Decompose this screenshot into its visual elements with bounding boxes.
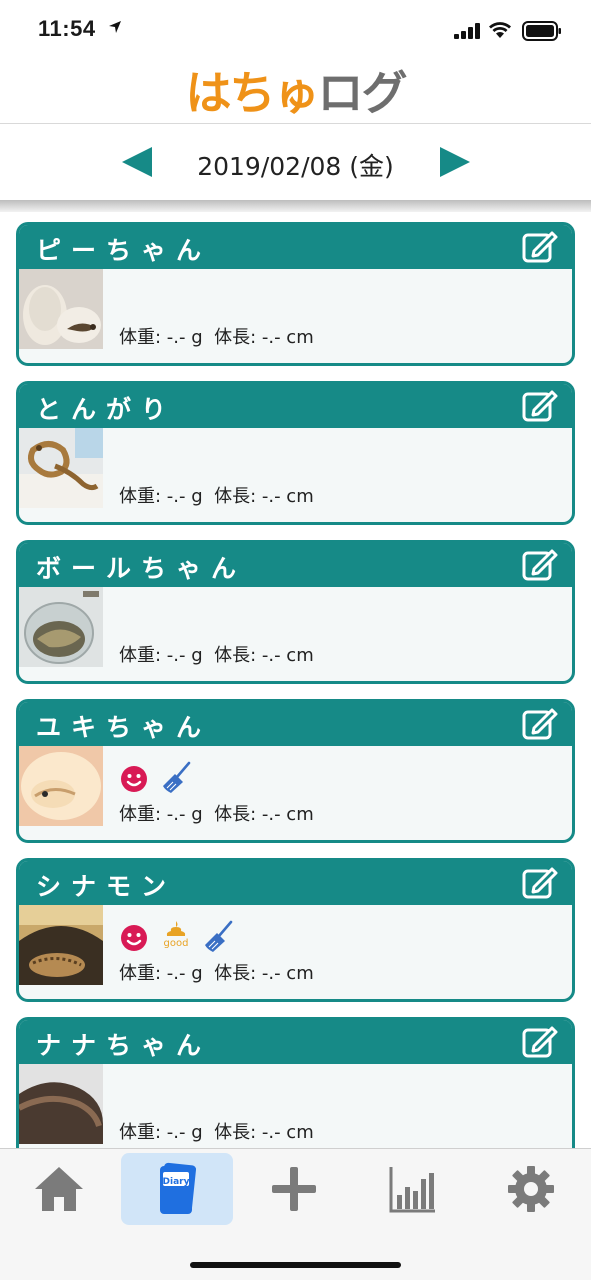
- pet-photo: [19, 587, 103, 667]
- pet-measurements: 体重: -.- g 体長: -.- cm: [119, 486, 314, 507]
- next-day-button[interactable]: [438, 145, 472, 179]
- pet-card-header: ナナちゃん: [19, 1020, 572, 1064]
- pet-card[interactable]: ナナちゃん 体重: -.- g 体長: -.- cm: [16, 1017, 575, 1161]
- bar-chart-icon: [389, 1167, 435, 1213]
- location-arrow-icon: [109, 21, 121, 33]
- tab-add[interactable]: [238, 1153, 350, 1225]
- pet-name: ユキちゃん: [36, 713, 212, 742]
- edit-icon[interactable]: [522, 388, 558, 422]
- gear-icon: [508, 1166, 554, 1212]
- smile-icon: [121, 925, 147, 951]
- edit-icon[interactable]: [522, 547, 558, 581]
- care-icons: [119, 760, 191, 794]
- pet-card[interactable]: ボールちゃん 体重: -.- g 体長: -.- cm: [16, 540, 575, 684]
- app-logo: はちゅログ: [0, 64, 591, 122]
- broom-icon: [205, 920, 233, 952]
- date-navigation: 2019/02/08 (金): [0, 125, 591, 203]
- pet-card[interactable]: ユキちゃん 体重: -.- g 体長: -.- cm: [16, 699, 575, 843]
- pet-name: シナモン: [36, 872, 177, 901]
- poop-good-label: good: [163, 938, 189, 949]
- smile-icon: [121, 766, 147, 792]
- pet-photo: [19, 746, 103, 826]
- wifi-icon: [489, 22, 511, 38]
- tab-diary[interactable]: Diary: [121, 1153, 233, 1225]
- plus-icon: [272, 1167, 316, 1211]
- diary-icon: [159, 1162, 197, 1214]
- tab-home[interactable]: [3, 1153, 115, 1225]
- logo-part-1: はちゅ: [185, 66, 320, 120]
- pet-card-header: とんがり: [19, 384, 572, 428]
- home-icon: [35, 1167, 83, 1211]
- pet-name: ボールちゃん: [36, 554, 247, 583]
- pet-name: ナナちゃん: [36, 1031, 212, 1060]
- pet-name: とんがり: [36, 395, 177, 424]
- tab-settings[interactable]: [475, 1153, 587, 1225]
- pet-card-header: シナモン: [19, 861, 572, 905]
- pet-card-header: ピーちゃん: [19, 225, 572, 269]
- edit-icon[interactable]: [522, 229, 558, 263]
- pet-photo: [19, 428, 103, 508]
- pet-measurements: 体重: -.- g 体長: -.- cm: [119, 963, 314, 984]
- pet-photo: [19, 905, 103, 985]
- pet-measurements: 体重: -.- g 体長: -.- cm: [119, 1122, 314, 1143]
- pet-measurements: 体重: -.- g 体長: -.- cm: [119, 327, 314, 348]
- edit-icon[interactable]: [522, 865, 558, 899]
- pet-photo: [19, 1064, 103, 1144]
- pet-name: ピーちゃん: [36, 236, 212, 265]
- care-icons: good: [119, 919, 233, 953]
- tab-bar: Diary: [0, 1148, 591, 1280]
- pet-card[interactable]: とんがり 体重: -.- g 体長: -.- cm: [16, 381, 575, 525]
- header-shadow: [0, 200, 591, 212]
- pet-card-header: ユキちゃん: [19, 702, 572, 746]
- pet-card[interactable]: ピーちゃん 体重: -.- g 体長: -.- cm: [16, 222, 575, 366]
- logo-part-2: ログ: [317, 66, 408, 120]
- status-bar: 11:54: [0, 0, 591, 62]
- cellular-signal-icon: [454, 23, 480, 39]
- pet-measurements: 体重: -.- g 体長: -.- cm: [119, 804, 314, 825]
- tab-graph[interactable]: [357, 1153, 469, 1225]
- app-header: はちゅログ: [0, 62, 591, 124]
- broom-icon: [163, 761, 191, 793]
- battery-icon: [522, 21, 561, 41]
- home-indicator: [190, 1262, 401, 1268]
- pet-card[interactable]: シナモン good 体重: -.- g 体長: -.- cm: [16, 858, 575, 1002]
- diary-label: Diary: [162, 1177, 190, 1187]
- edit-icon[interactable]: [522, 706, 558, 740]
- status-time: 11:54: [38, 16, 96, 41]
- pet-measurements: 体重: -.- g 体長: -.- cm: [119, 645, 314, 666]
- pet-card-header: ボールちゃん: [19, 543, 572, 587]
- edit-icon[interactable]: [522, 1024, 558, 1058]
- poop-good-icon: good: [161, 919, 191, 953]
- pet-photo: [19, 269, 103, 349]
- current-date: 2019/02/08 (金): [197, 152, 394, 181]
